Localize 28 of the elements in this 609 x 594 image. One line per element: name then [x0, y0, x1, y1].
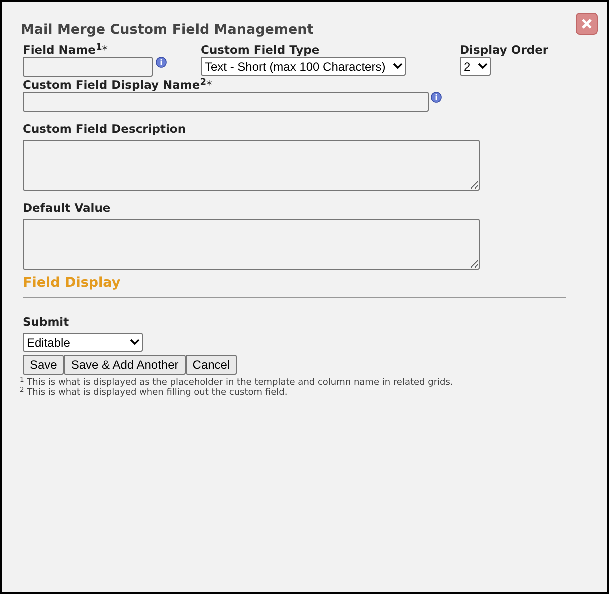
footnote: $^{1}$ This is what is displayed as the placeholder in the template and column name in related grids.	[20, 378, 454, 388]
field-label: Field Name$^{1}$*	[23, 43, 109, 57]
form-button[interactable]: Cancel	[186, 355, 238, 375]
default-value-textarea[interactable]	[23, 219, 480, 270]
close-icon	[581, 18, 593, 30]
close-button[interactable]	[576, 13, 598, 35]
chevron-down-icon	[393, 63, 403, 70]
chevron-down-icon	[130, 339, 140, 346]
footnote: $^{2}$ This is what is displayed when filling out the custom field.	[20, 388, 288, 398]
field-label: Submit	[23, 315, 70, 329]
dialog-title: Mail Merge Custom Field Management	[21, 21, 314, 39]
display-order-select[interactable]: 2	[460, 57, 491, 76]
submit-select[interactable]: Editable	[23, 333, 143, 352]
field-label: Custom Field Description	[23, 122, 186, 136]
info-icon	[431, 92, 442, 103]
section-heading: Field Display	[23, 274, 122, 292]
display-name-input[interactable]	[23, 92, 429, 112]
field-label: Display Order	[460, 43, 549, 57]
chevron-down-icon	[478, 63, 488, 70]
info-icon	[156, 57, 167, 68]
form-button[interactable]: Save	[23, 355, 64, 375]
field-label: Custom Field Display Name$^{2}$*	[23, 78, 214, 92]
field-type-select[interactable]: Text - Short (max 100 Characters)	[201, 57, 406, 76]
description-textarea[interactable]	[23, 140, 480, 191]
field-label: Custom Field Type	[201, 43, 321, 57]
form-button[interactable]: Save & Add Another	[64, 355, 186, 375]
field-name-input[interactable]	[23, 57, 153, 77]
field-label: Default Value	[23, 201, 111, 215]
